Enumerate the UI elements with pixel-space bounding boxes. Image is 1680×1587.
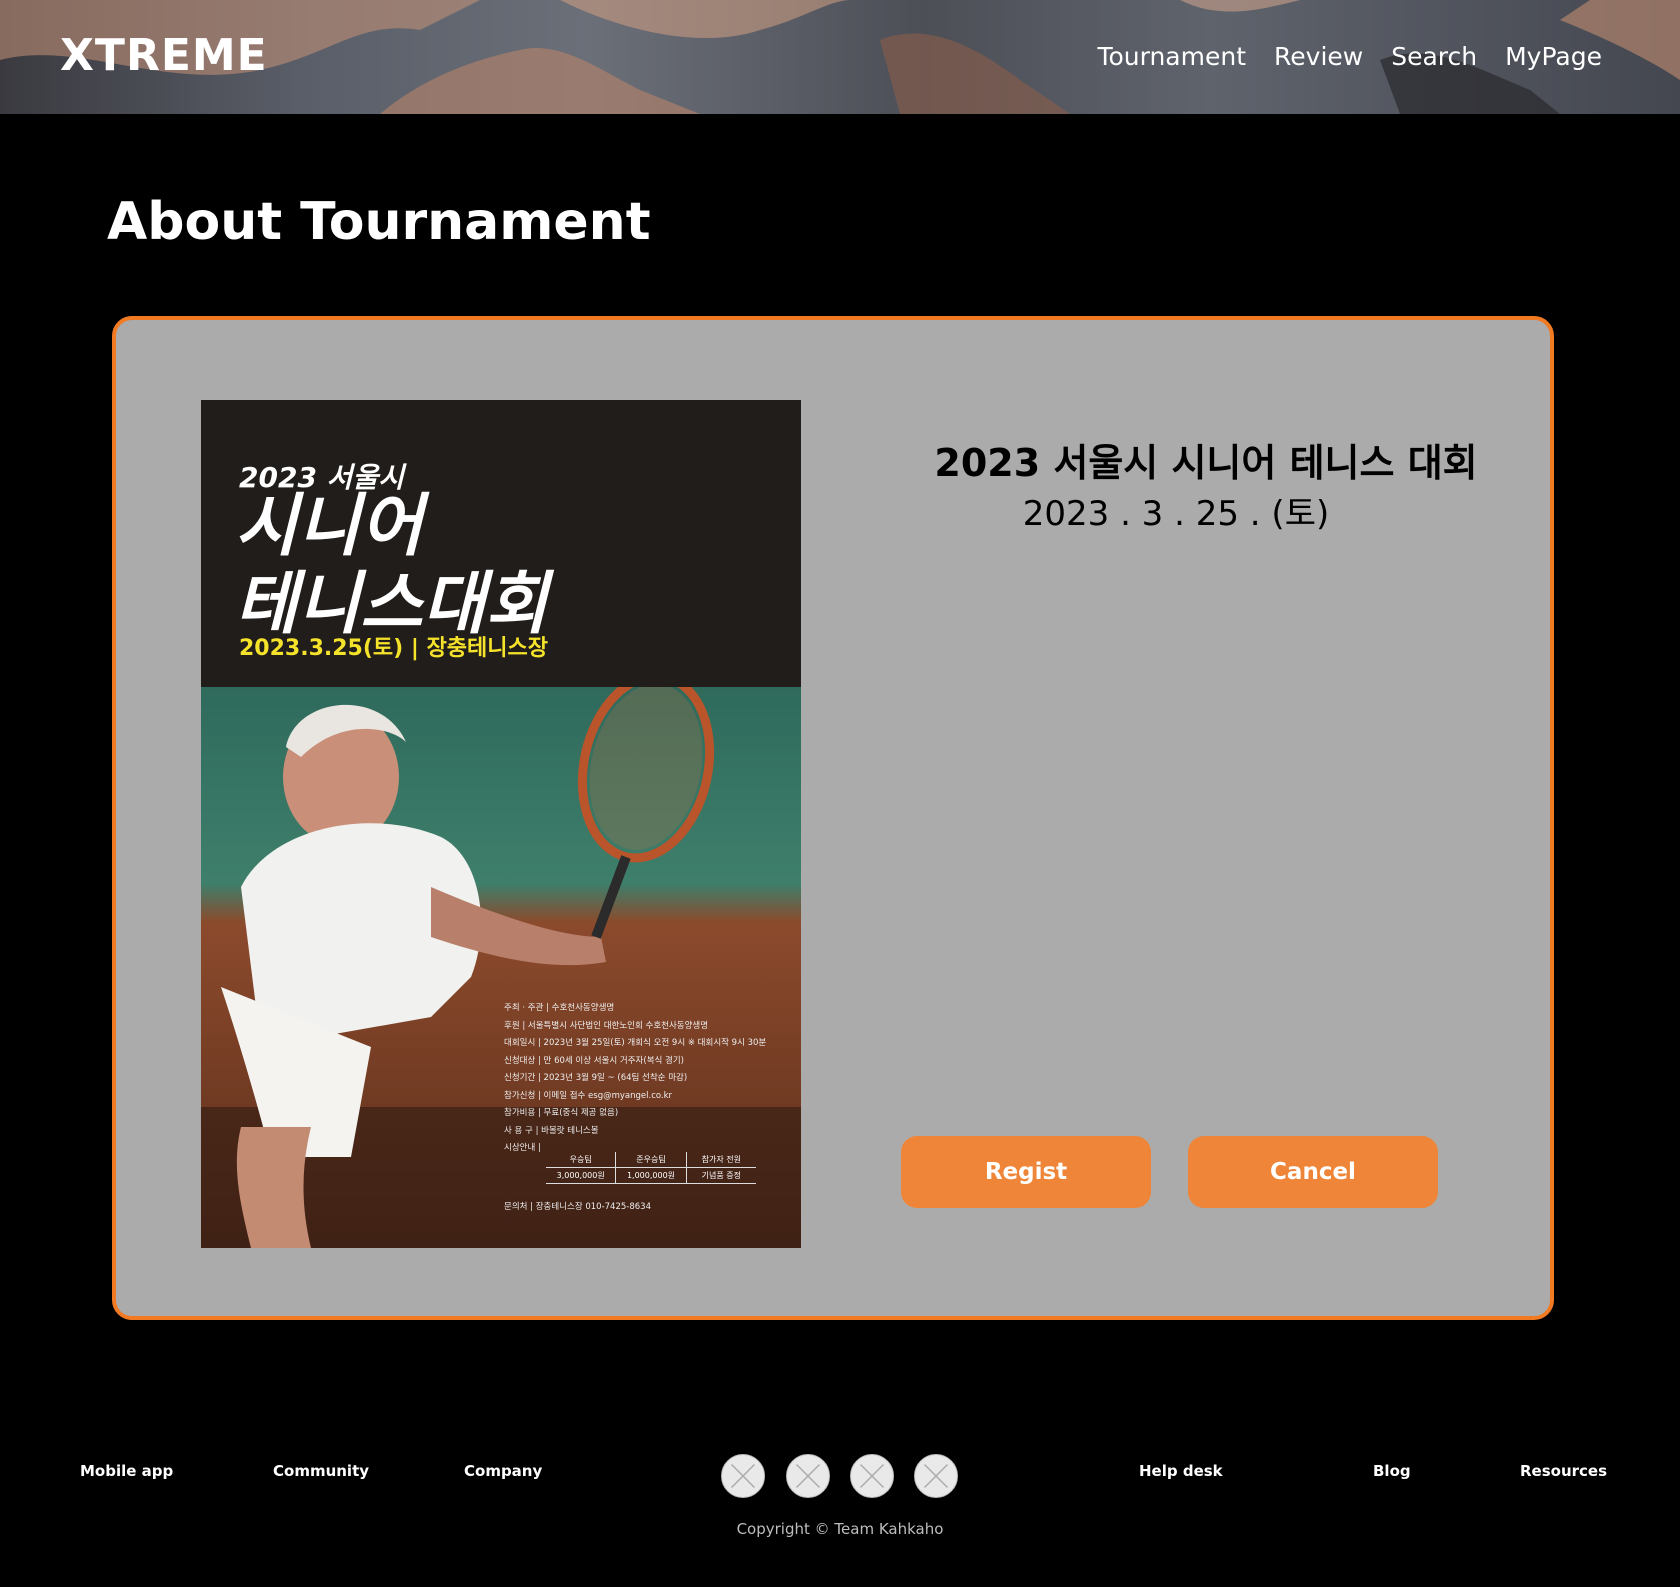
poster-title-line1: 시니어 (235, 487, 423, 566)
header-banner: XTREME Tournament Review Search MyPage (0, 0, 1680, 114)
placeholder-x-icon (924, 1464, 948, 1488)
poster-info-line: 후원 | 서울특별시 사단법인 대한노인회 수호천사동양생명 (504, 1020, 709, 1031)
tournament-name: 2023 서울시 시니어 테니스 대회 (934, 441, 1478, 485)
footer-link-company[interactable]: Company (464, 1462, 542, 1480)
social-icon[interactable] (850, 1454, 894, 1498)
prize-header: 준우승팀 (616, 1152, 687, 1167)
poster-date-venue: 2023.3.25(토) | 장충테니스장 (239, 636, 549, 661)
prize-header: 우승팀 (546, 1152, 617, 1167)
poster-info-line: 주최 · 주관 | 수호천사동양생명 (504, 1003, 615, 1013)
page-title: About Tournament (107, 192, 651, 252)
nav-tournament[interactable]: Tournament (1097, 42, 1246, 71)
tournament-poster: 2023 서울시 시니어 테니스대회 2023.3.25(토) | 장충테니스장 (201, 400, 801, 1248)
prize-header-row: 우승팀 준우승팀 참가자 전원 (546, 1152, 756, 1168)
poster-info-line: 참가비용 | 무료(중식 제공 없음) (504, 1108, 619, 1118)
footer-link-help-desk[interactable]: Help desk (1139, 1462, 1223, 1480)
copyright: Copyright © Team Kahkaho (736, 1520, 944, 1538)
prize-value: 1,000,000원 (616, 1168, 687, 1183)
poster-header: 2023 서울시 시니어 테니스대회 2023.3.25(토) | 장충테니스장 (201, 400, 801, 687)
prize-header: 참가자 전원 (701, 1155, 741, 1164)
prize-value: 3,000,000원 (546, 1168, 617, 1183)
footer-link-mobile-app[interactable]: Mobile app (80, 1462, 173, 1480)
placeholder-x-icon (860, 1464, 884, 1488)
poster-info: 주최 · 주관 | 수호천사동양생명 후원 | 서울특별시 사단법인 대한노인회… (504, 1000, 794, 1158)
placeholder-x-icon (796, 1464, 820, 1488)
prize-value: 기념품 증정 (701, 1171, 741, 1180)
poster-contact: 문의처 | 장충테니스장 010-7425-8634 (504, 1202, 651, 1212)
regist-button[interactable]: Regist (901, 1136, 1151, 1208)
social-icon[interactable] (914, 1454, 958, 1498)
tournament-card: 2023 서울시 시니어 테니스대회 2023.3.25(토) | 장충테니스장 (112, 316, 1554, 1320)
poster-prize-table: 우승팀 준우승팀 참가자 전원 3,000,000원 1,000,000원 기념… (546, 1152, 756, 1184)
nav-review[interactable]: Review (1274, 42, 1363, 71)
tournament-date: 2023 . 3 . 25 . (토) (1022, 494, 1330, 534)
cancel-button[interactable]: Cancel (1188, 1136, 1438, 1208)
main-nav: Tournament Review Search MyPage (1097, 42, 1602, 71)
poster-info-line: 대회일시 | 2023년 3월 25일(토) 개회식 오전 9시 ※ 대회시작 … (504, 1038, 767, 1048)
poster-info-line: 신청기간 | 2023년 3월 9일 ~ (64팀 선착순 마감) (504, 1073, 688, 1083)
nav-search[interactable]: Search (1391, 42, 1477, 71)
placeholder-x-icon (731, 1464, 755, 1488)
social-icon[interactable] (721, 1454, 765, 1498)
poster-info-line: 참가신청 | 이메일 접수 esg@myangel.co.kr (504, 1090, 673, 1101)
footer-link-resources[interactable]: Resources (1520, 1462, 1607, 1480)
poster-info-line: 사 용 구 | 바볼랏 테니스볼 (504, 1125, 599, 1136)
nav-mypage[interactable]: MyPage (1505, 42, 1602, 71)
footer-link-community[interactable]: Community (273, 1462, 369, 1480)
social-icon[interactable] (786, 1454, 830, 1498)
footer-link-blog[interactable]: Blog (1373, 1462, 1411, 1480)
prize-value-row: 3,000,000원 1,000,000원 기념품 증정 (546, 1168, 756, 1184)
poster-info-line: 신청대상 | 만 60세 이상 서울시 거주자(복식 경기) (504, 1055, 684, 1066)
poster-title: 시니어 테니스대회 (235, 488, 548, 644)
logo[interactable]: XTREME (60, 30, 268, 81)
